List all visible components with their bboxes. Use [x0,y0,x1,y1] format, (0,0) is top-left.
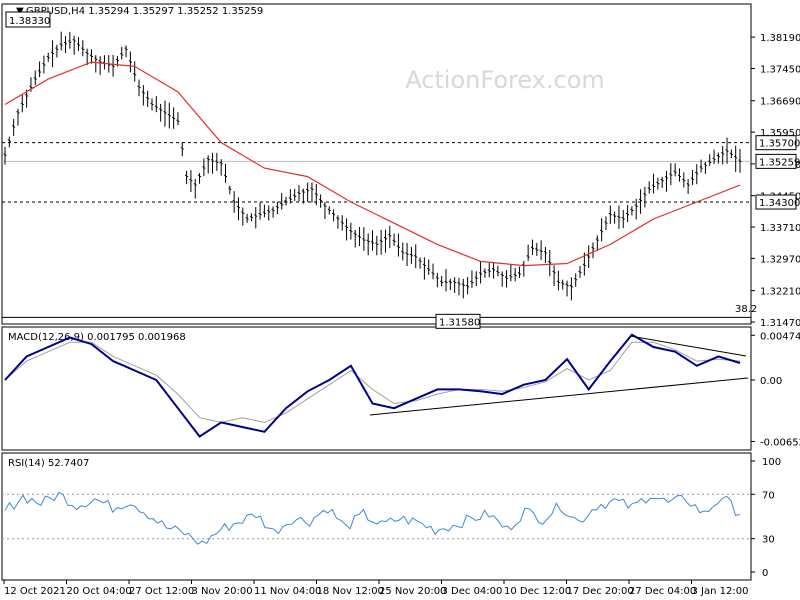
macd-tick-label: -0.006526 [760,437,800,448]
price-tick-label: 1.38190 [760,33,800,44]
x-tick-label: 11 Nov 04:00 [254,586,321,597]
high-level-label: 1.38330 [9,16,50,27]
level-label: 1.34300 [759,198,800,209]
pane-frame-0 [1,3,752,325]
fib-label: 38.2 [735,304,757,315]
macd-trendline-lower [369,377,749,416]
price-tick-label: 1.33710 [760,223,800,234]
x-tick-label: 17 Dec 20:00 [567,586,634,597]
forex-chart: ActionForex.com▼GBPUSD,H4 1.35294 1.3529… [1,3,800,597]
x-tick-label: 10 Dec 12:00 [504,586,571,597]
macd-line [4,333,741,438]
current-price-label: 1.35259 [759,157,800,168]
macd-signal-line [4,341,741,423]
x-tick-label: 18 Nov 12:00 [317,586,384,597]
x-tick-label: 3 Dec 04:00 [442,586,503,597]
macd-tick-label: 0.00474 [760,331,800,342]
rsi-line [4,491,741,545]
x-tick-label: 20 Oct 04:00 [67,586,132,597]
pane-frame-2 [1,452,752,581]
low-level-label: 1.31580 [439,317,480,328]
x-tick-label: 3 Jan 12:00 [692,586,749,597]
watermark: ActionForex.com [405,66,605,94]
rsi-tick-label: 30 [762,535,775,546]
x-tick-label: 3 Nov 20:00 [192,586,253,597]
level-label: 1.35700 [759,139,800,150]
price-tick-label: 1.37450 [760,65,800,76]
header-ohlc: GBPUSD,H4 1.35294 1.35297 1.35252 1.3525… [26,6,263,17]
price-bars [3,31,742,301]
x-tick-label: 27 Dec 04:00 [629,586,696,597]
rsi-title: RSI(14) 52.7407 [8,458,89,469]
price-tick-label: 1.31470 [760,318,800,329]
price-tick-label: 1.32970 [760,254,800,265]
rsi-tick-label: 0 [762,568,768,579]
macd-trendline-upper [629,335,747,357]
macd-title: MACD(12,26,9) 0.001795 0.001968 [8,332,186,343]
x-tick-label: 25 Nov 20:00 [379,586,446,597]
x-tick-label: 27 Oct 12:00 [129,586,194,597]
x-tick-label: 12 Oct 2021 [4,586,66,597]
rsi-tick-label: 70 [762,490,775,501]
rsi-tick-label: 100 [762,457,781,468]
price-tick-label: 1.36690 [760,97,800,108]
macd-tick-label: 0.00 [760,376,782,387]
price-tick-label: 1.32210 [760,287,800,298]
